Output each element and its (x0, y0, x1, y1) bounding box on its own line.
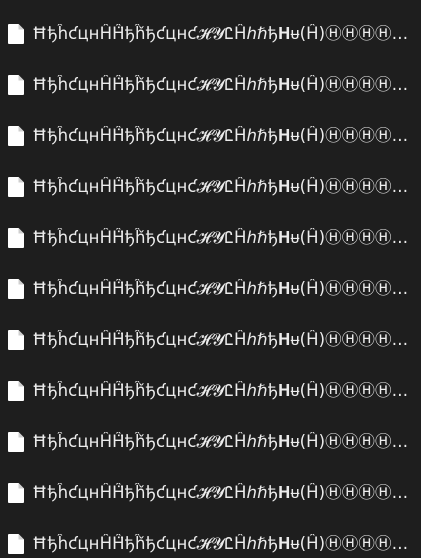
file-row[interactable]: ĦђĥƈцнĤĤ̈ђĥ̌ђƈцнƈ𝓗𝓨ᏝĤℎℏђ𝐇ᵾ(Ĥ)ⒽⒽⒽⒽнĦĦ̈НЧн… (0, 59, 421, 110)
file-row[interactable]: ĦђĥƈцнĤĤ̈ђĥ̌ђƈцнƈ𝓗𝓨ᏝĤℎℏђ𝐇ᵾ(Ĥ)ⒽⒽⒽⒽнĦĦ̈НЧн… (0, 110, 421, 161)
file-name: ĦђĥƈцнĤĤ̈ђĥ̌ђƈцнƈ𝓗𝓨ᏝĤℎℏђ𝐇ᵾ(Ĥ)ⒽⒽⒽⒽнĦĦ̈НЧн… (32, 380, 415, 400)
document-icon (8, 431, 24, 452)
file-row[interactable]: ĦђĥƈцнĤĤ̈ђĥ̌ђƈцнƈ𝓗𝓨ᏝĤℎℏђ𝐇ᵾ(Ĥ)ⒽⒽⒽⒽнĦĦ̈НЧн… (0, 416, 421, 467)
file-row[interactable]: ĦђĥƈцнĤĤ̈ђĥ̌ђƈцнƈ𝓗𝓨ᏝĤℎℏђ𝐇ᵾ(Ĥ)ⒽⒽⒽⒽнĦĦ̈НЧн… (0, 263, 421, 314)
document-icon (8, 278, 24, 299)
document-icon (8, 533, 24, 554)
document-icon (8, 74, 24, 95)
file-name: ĦђĥƈцнĤĤ̈ђĥ̌ђƈцнƈ𝓗𝓨ᏝĤℎℏђ𝐇ᵾ(Ĥ)ⒽⒽⒽⒽнĦĦ̈НЧн… (32, 74, 415, 94)
document-icon (8, 380, 24, 401)
file-row[interactable]: ĦђĥƈцнĤĤ̈ђĥ̌ђƈцнƈ𝓗𝓨ᏝĤℎℏђ𝐇ᵾ(Ĥ)ⒽⒽⒽⒽнĦĦ̈НЧн… (0, 518, 421, 558)
file-name: ĦђĥƈцнĤĤ̈ђĥ̌ђƈцнƈ𝓗𝓨ᏝĤℎℏђ𝐇ᵾ(Ĥ)ⒽⒽⒽⒽнĦĦ̈НЧн… (32, 227, 415, 247)
document-icon (8, 125, 24, 146)
file-name: ĦђĥƈцнĤĤ̈ђĥ̌ђƈцнƈ𝓗𝓨ᏝĤℎℏђ𝐇ᵾ(Ĥ)ⒽⒽⒽⒽнĦĦ̈НЧн… (32, 125, 415, 145)
file-name: ĦђĥƈцнĤĤ̈ђĥ̌ђƈцнƈ𝓗𝓨ᏝĤℎℏђ𝐇ᵾ(Ĥ)ⒽⒽⒽⒽнĦĦ̈НЧн… (32, 533, 415, 553)
file-row[interactable]: ĦђĥƈцнĤĤ̈ђĥ̌ђƈцнƈ𝓗𝓨ᏝĤℎℏђ𝐇ᵾ(Ĥ)ⒽⒽⒽⒽнĦĦ̈НЧн… (0, 467, 421, 518)
document-icon (8, 227, 24, 248)
document-icon (8, 329, 24, 350)
file-name: ĦђĥƈцнĤĤ̈ђĥ̌ђƈцнƈ𝓗𝓨ᏝĤℎℏђ𝐇ᵾ(Ĥ)ⒽⒽⒽⒽнĦĦ̈НЧн… (32, 23, 415, 43)
file-name: ĦђĥƈцнĤĤ̈ђĥ̌ђƈцнƈ𝓗𝓨ᏝĤℎℏђ𝐇ᵾ(Ĥ)ⒽⒽⒽⒽнĦĦ̈НЧн… (32, 329, 415, 349)
file-row[interactable]: ĦђĥƈцнĤĤ̈ђĥ̌ђƈцнƈ𝓗𝓨ᏝĤℎℏђ𝐇ᵾ(Ĥ)ⒽⒽⒽⒽнĦĦ̈НЧн… (0, 212, 421, 263)
document-icon (8, 482, 24, 503)
file-list: ĦђĥƈцнĤĤ̈ђĥ̌ђƈцнƈ𝓗𝓨ᏝĤℎℏђ𝐇ᵾ(Ĥ)ⒽⒽⒽⒽнĦĦ̈НЧн… (0, 0, 421, 558)
file-row[interactable]: ĦђĥƈцнĤĤ̈ђĥ̌ђƈцнƈ𝓗𝓨ᏝĤℎℏђ𝐇ᵾ(Ĥ)ⒽⒽⒽⒽнĦĦ̈НЧн… (0, 365, 421, 416)
document-icon (8, 176, 24, 197)
file-name: ĦђĥƈцнĤĤ̈ђĥ̌ђƈцнƈ𝓗𝓨ᏝĤℎℏђ𝐇ᵾ(Ĥ)ⒽⒽⒽⒽнĦĦ̈НЧн… (32, 176, 415, 196)
file-row[interactable]: ĦђĥƈцнĤĤ̈ђĥ̌ђƈцнƈ𝓗𝓨ᏝĤℎℏђ𝐇ᵾ(Ĥ)ⒽⒽⒽⒽнĦĦ̈НЧн… (0, 8, 421, 59)
file-name: ĦђĥƈцнĤĤ̈ђĥ̌ђƈцнƈ𝓗𝓨ᏝĤℎℏђ𝐇ᵾ(Ĥ)ⒽⒽⒽⒽнĦĦ̈НЧн… (32, 431, 415, 451)
file-row[interactable]: ĦђĥƈцнĤĤ̈ђĥ̌ђƈцнƈ𝓗𝓨ᏝĤℎℏђ𝐇ᵾ(Ĥ)ⒽⒽⒽⒽнĦĦ̈НЧн… (0, 161, 421, 212)
file-name: ĦђĥƈцнĤĤ̈ђĥ̌ђƈцнƈ𝓗𝓨ᏝĤℎℏђ𝐇ᵾ(Ĥ)ⒽⒽⒽⒽнĦĦ̈НЧн… (32, 482, 415, 502)
document-icon (8, 23, 24, 44)
file-row[interactable]: ĦђĥƈцнĤĤ̈ђĥ̌ђƈцнƈ𝓗𝓨ᏝĤℎℏђ𝐇ᵾ(Ĥ)ⒽⒽⒽⒽнĦĦ̈НЧн… (0, 314, 421, 365)
file-name: ĦђĥƈцнĤĤ̈ђĥ̌ђƈцнƈ𝓗𝓨ᏝĤℎℏђ𝐇ᵾ(Ĥ)ⒽⒽⒽⒽнĦĦ̈НЧн… (32, 278, 415, 298)
